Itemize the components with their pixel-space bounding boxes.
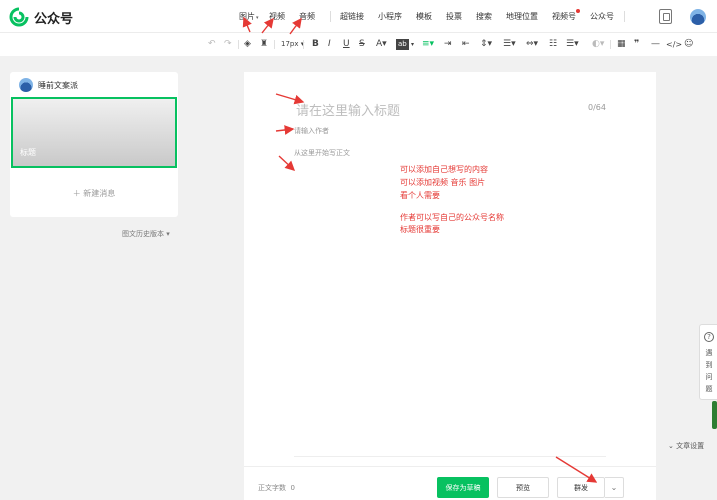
menu-channels[interactable]: 视频号 xyxy=(552,9,580,22)
undo-icon[interactable]: ↶ xyxy=(208,39,216,50)
notification-dot xyxy=(576,9,580,13)
annotation-text: 标题很重要 xyxy=(400,225,440,234)
history-version-link[interactable]: 图文历史版本 ▾ xyxy=(122,229,170,239)
background-color-icon[interactable]: ab xyxy=(396,39,409,50)
ordered-list-icon[interactable]: ☷ xyxy=(549,39,557,50)
body-input[interactable]: 从这里开始写正文 xyxy=(294,148,350,158)
menu-image[interactable]: 图片▾ xyxy=(239,11,259,22)
caret-down-icon: ▾ xyxy=(256,15,259,21)
menu-mini-program[interactable]: 小程序 xyxy=(378,11,402,22)
publish-button[interactable]: 群发 xyxy=(557,477,605,498)
code-icon[interactable]: </> xyxy=(666,39,682,50)
divider-icon[interactable]: — xyxy=(651,39,660,50)
publish-options-button[interactable]: ⌄ xyxy=(605,477,624,498)
phone-preview-icon[interactable] xyxy=(659,9,672,24)
editor-divider xyxy=(294,456,606,457)
line-height-icon[interactable]: ⇕▾ xyxy=(480,39,492,50)
menu-official-account[interactable]: 公众号 xyxy=(590,11,614,22)
bold-icon[interactable]: B xyxy=(312,39,319,50)
account-name: 睡前文案派 xyxy=(38,80,78,90)
editor-area[interactable]: 请在这里输入标题 0/64 请输入作者 从这里开始写正文 可以添加自己想写的内容… xyxy=(244,72,656,500)
word-count: 正文字数 0 xyxy=(258,484,295,492)
wechat-logo-icon xyxy=(9,7,29,27)
help-text: 遇到问题 xyxy=(705,349,713,393)
cover-title: 标题 xyxy=(20,148,36,157)
paragraph-spacing-icon[interactable]: ☰▾ xyxy=(503,39,516,50)
menu-search[interactable]: 搜索 xyxy=(476,11,492,22)
menu-divider xyxy=(624,11,625,22)
brand-name: 公众号 xyxy=(34,11,74,27)
preview-button[interactable]: 预览 xyxy=(497,477,549,498)
align-left-icon[interactable]: ≡▾ xyxy=(422,39,434,50)
caret-down-icon: ▾ xyxy=(166,230,170,238)
outdent-icon[interactable]: ⇤ xyxy=(462,39,470,50)
italic-icon[interactable]: I xyxy=(328,39,331,50)
menu-template[interactable]: 模板 xyxy=(416,11,432,22)
style-icon[interactable]: ◐▾ xyxy=(592,39,604,50)
annotation-text: 作者可以写自己的公众号名称 xyxy=(400,213,504,222)
chevron-down-icon: ⌄ xyxy=(610,483,618,492)
article-cover[interactable]: 标题 xyxy=(11,97,177,168)
format-toolbar: ↶ ↷ ◈ ♜ 17px ▾ B I U S A▾ ab ▾ ≡▾ ⇥ ⇤ ⇕▾… xyxy=(0,33,717,56)
new-message-button[interactable]: ＋ 新建消息 xyxy=(10,188,178,199)
user-avatar[interactable] xyxy=(690,9,706,25)
account-header: 睡前文案派 xyxy=(19,78,78,92)
article-settings-link[interactable]: ⌄ 文章设置 xyxy=(668,441,704,451)
indent-icon[interactable]: ⇥ xyxy=(444,39,452,50)
save-draft-button[interactable]: 保存为草稿 xyxy=(437,477,489,498)
quote-icon[interactable]: ❞ xyxy=(634,39,639,50)
menu-video[interactable]: 视频 xyxy=(269,11,285,22)
letter-spacing-icon[interactable]: ⇔▾ xyxy=(526,39,538,50)
author-input[interactable]: 请输入作者 xyxy=(294,126,329,136)
table-icon[interactable]: ▦ xyxy=(617,39,626,50)
title-input[interactable]: 请在这里输入标题 xyxy=(296,100,400,119)
top-bar: 公众号 图片▾ 视频 音频 超链接 小程序 模板 投票 搜索 地理位置 视频号 … xyxy=(0,0,717,33)
question-icon: ? xyxy=(704,332,714,342)
menu-divider xyxy=(330,11,331,22)
unordered-list-icon[interactable]: ☰▾ xyxy=(566,39,579,50)
menu-location[interactable]: 地理位置 xyxy=(506,11,538,22)
font-color-icon[interactable]: A▾ xyxy=(376,39,387,50)
chevron-down-icon: ⌄ xyxy=(668,442,674,450)
format-painter-icon[interactable]: ♜ xyxy=(260,39,268,50)
redo-icon[interactable]: ↷ xyxy=(224,39,232,50)
plus-icon: ＋ xyxy=(72,189,81,198)
strikethrough-icon[interactable]: S xyxy=(359,39,365,50)
clear-format-icon[interactable]: ◈ xyxy=(244,39,251,50)
annotation-text: 可以添加视频 音乐 图片 xyxy=(400,178,486,187)
font-size-select[interactable]: 17px ▾ xyxy=(281,39,304,50)
menu-audio[interactable]: 音频 xyxy=(299,11,315,22)
footer-bar: 正文字数 0 保存为草稿 预览 群发 ⌄ xyxy=(244,466,656,500)
menu-vote[interactable]: 投票 xyxy=(446,11,462,22)
article-list-card: 睡前文案派 标题 ＋ 新建消息 xyxy=(10,72,178,217)
annotation-text: 看个人需要 xyxy=(400,191,440,200)
menu-hyperlink[interactable]: 超链接 xyxy=(340,11,364,22)
annotation-text: 可以添加自己想写的内容 xyxy=(400,165,488,174)
underline-icon[interactable]: U xyxy=(343,39,350,50)
help-panel[interactable]: ? 遇到问题 xyxy=(699,324,717,400)
title-counter: 0/64 xyxy=(588,103,606,112)
account-avatar xyxy=(19,78,33,92)
logo[interactable]: 公众号 xyxy=(9,7,73,27)
emoji-icon[interactable]: ☺ xyxy=(684,39,693,50)
scrollbar-thumb[interactable] xyxy=(712,401,717,429)
